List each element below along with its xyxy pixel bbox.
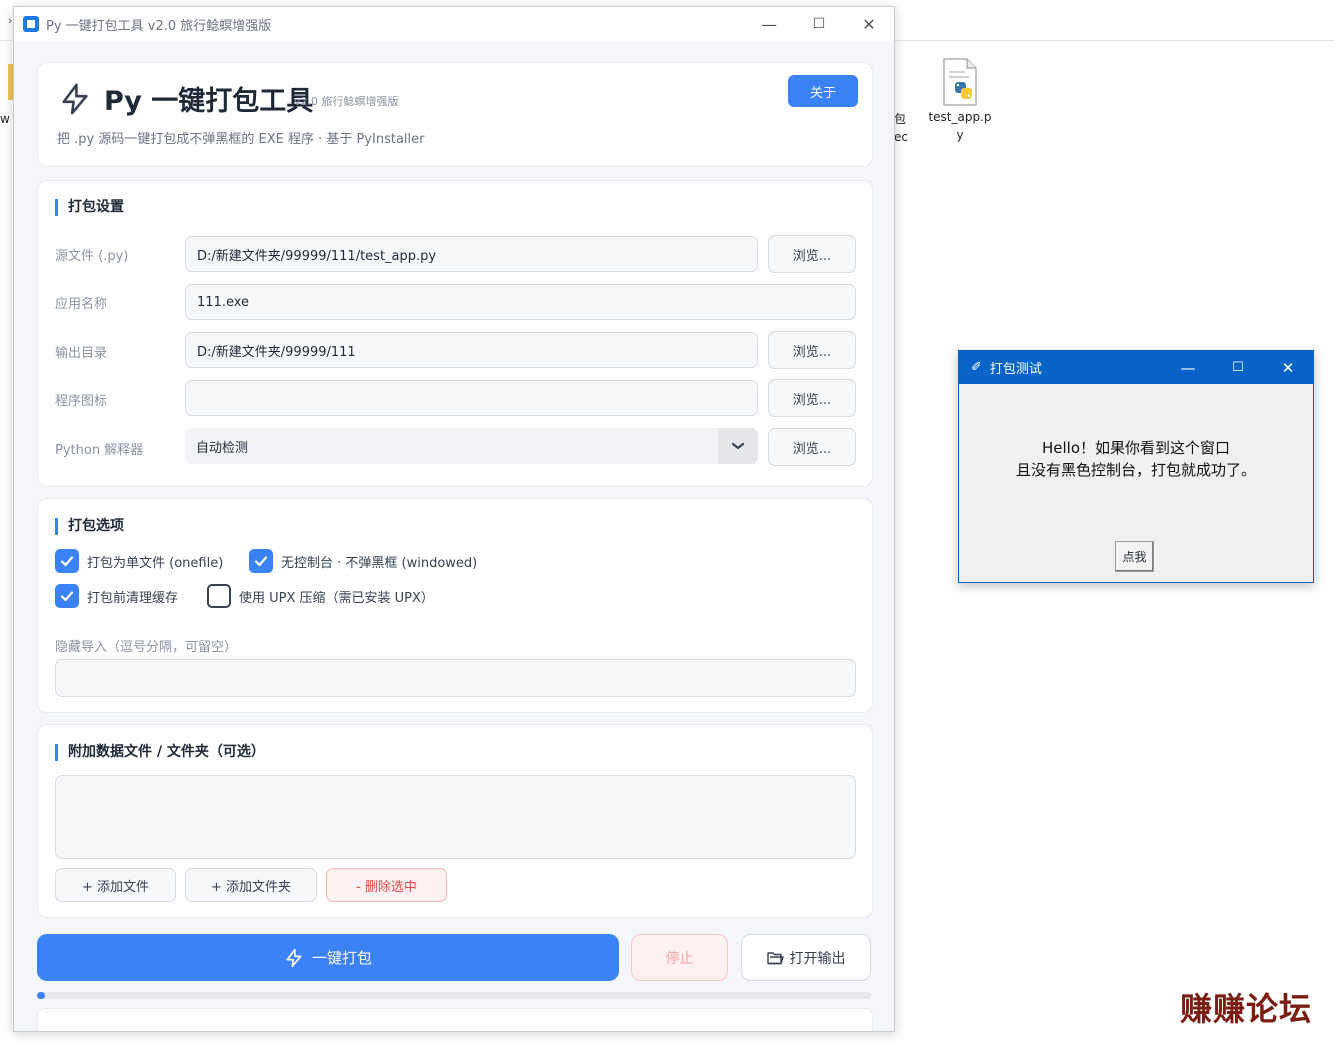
data-files-list[interactable] [55,775,856,859]
build-label: 一键打包 [311,949,372,967]
maximize-button[interactable]: ☐ [794,7,844,41]
icon-label: 程序图标 [55,394,108,409]
open-output-button[interactable]: 打开输出 [741,934,871,981]
test-minimize-button[interactable]: — [1163,351,1213,384]
hidden-imports-label: 隐藏导入（逗号分隔，可留空） [55,640,238,655]
open-output-label: 打开输出 [789,950,846,967]
test-message-line1: Hello！如果你看到这个窗口 [1041,439,1231,457]
desktop-file-test-app[interactable]: test_app.p y [920,58,1000,144]
window-titlebar[interactable]: Py 一键打包工具 v2.0 旅行鲶螟增强版 — ☐ ✕ [14,7,894,41]
feather-icon: ✐ [971,360,982,375]
chevron-down-icon[interactable] [718,428,758,464]
app-name-label: 应用名称 [55,297,108,312]
desktop-partial-item[interactable]: w [0,60,14,140]
remove-selected-button[interactable]: - 删除选中 [326,868,447,902]
output-browse-button[interactable]: 浏览... [768,331,856,369]
app-name-input[interactable]: 111.exe [185,284,856,320]
add-folder-button[interactable]: + 添加文件夹 [185,868,317,902]
lightning-icon [58,81,92,121]
hidden-imports-input[interactable] [55,659,856,697]
windowed-label: 无控制台 · 不弹黑框 (windowed) [281,555,478,571]
app-subtitle: 把 .py 源码一键打包成不弹黑框的 EXE 程序 · 基于 PyInstall… [57,132,425,147]
build-button[interactable]: 一键打包 [37,934,619,981]
settings-card: 打包设置 源文件 (.py) D:/新建文件夹/99999/111/test_a… [37,180,873,487]
partial-label-2: ec [894,130,908,144]
progress-fill [37,992,46,999]
header-card: Py 一键打包工具 v2.0 旅行鲶螟增强版 把 .py 源码一键打包成不弹黑框… [37,62,873,167]
icon-input[interactable] [185,380,758,416]
click-me-button[interactable]: 点我 [1115,541,1154,572]
python-browse-button[interactable]: 浏览... [768,428,856,466]
test-maximize-button[interactable]: ☐ [1213,351,1263,384]
clean-label: 打包前清理缓存 [87,590,179,606]
app-name: Py 一键打包工具 [104,86,314,117]
progress-bar [37,992,871,999]
chevron-right-icon: › [8,14,13,27]
partial-label-1: 包 [894,112,907,126]
upx-checkbox[interactable]: 使用 UPX 压缩（需已安装 UPX） [207,584,434,608]
checkbox-unchecked-icon[interactable] [207,584,231,608]
python-select[interactable]: 自动检测 [185,428,758,464]
source-browse-button[interactable]: 浏览... [768,235,856,273]
desktop-file-label-2: y [956,128,964,142]
add-file-button[interactable]: + 添加文件 [55,868,176,902]
settings-title: 打包设置 [55,199,124,216]
test-window-title: 打包测试 [989,362,1042,377]
onefile-checkbox[interactable]: 打包为单文件 (onefile) [55,549,223,573]
test-close-button[interactable]: ✕ [1263,351,1313,384]
options-title: 打包选项 [55,518,124,535]
minimize-button[interactable]: — [744,7,794,41]
python-label: Python 解释器 [55,443,144,458]
windowed-checkbox[interactable]: 无控制台 · 不弹黑框 (windowed) [249,549,477,573]
checkbox-checked-icon[interactable] [249,549,273,573]
test-window-titlebar[interactable]: ✐ 打包测试 — ☐ ✕ [959,351,1313,384]
stop-button[interactable]: 停止 [631,934,728,981]
log-panel [37,1008,873,1031]
folder-open-icon [766,951,784,964]
data-files-title: 附加数据文件 / 文件夹（可选） [55,744,265,761]
about-button[interactable]: 关于 [788,75,858,107]
source-label: 源文件 (.py) [55,249,129,264]
source-input[interactable]: D:/新建文件夹/99999/111/test_app.py [185,236,758,272]
desktop-partial-label: w [0,112,10,126]
lightning-icon [286,948,302,967]
output-input[interactable]: D:/新建文件夹/99999/111 [185,332,758,368]
data-files-card: 附加数据文件 / 文件夹（可选） + 添加文件 + 添加文件夹 - 删除选中 [37,724,873,918]
desktop-partial-item-right[interactable]: 包 ec [894,110,908,146]
options-card: 打包选项 打包为单文件 (onefile) 无控制台 · 不弹黑框 (windo… [37,498,873,713]
test-message: Hello！如果你看到这个窗口 且没有黑色控制台，打包就成功了。 [959,437,1313,481]
close-button[interactable]: ✕ [844,7,894,41]
desktop-file-label-1: test_app.p [928,110,992,124]
watermark-logo: 赚赚论坛 [1180,990,1313,1028]
clean-checkbox[interactable]: 打包前清理缓存 [55,584,178,608]
test-message-line2: 且没有黑色控制台，打包就成功了。 [1015,461,1256,479]
checkbox-checked-icon[interactable] [55,549,79,573]
python-select-value: 自动检测 [196,440,249,456]
packager-window: Py 一键打包工具 v2.0 旅行鲶螟增强版 — ☐ ✕ Py 一键打包工具 v… [13,6,895,1032]
python-file-icon [941,58,979,106]
upx-label: 使用 UPX 压缩（需已安装 UPX） [239,590,434,606]
onefile-label: 打包为单文件 (onefile) [87,555,224,571]
icon-browse-button[interactable]: 浏览... [768,379,856,417]
test-window: ✐ 打包测试 — ☐ ✕ Hello！如果你看到这个窗口 且没有黑色控制台，打包… [958,350,1314,583]
window-title: Py 一键打包工具 v2.0 旅行鲶螟增强版 [46,18,272,34]
app-icon [23,16,39,32]
app-version: v2.0 旅行鲶螟增强版 [294,95,399,108]
checkbox-checked-icon[interactable] [55,584,79,608]
output-label: 输出目录 [55,346,108,361]
